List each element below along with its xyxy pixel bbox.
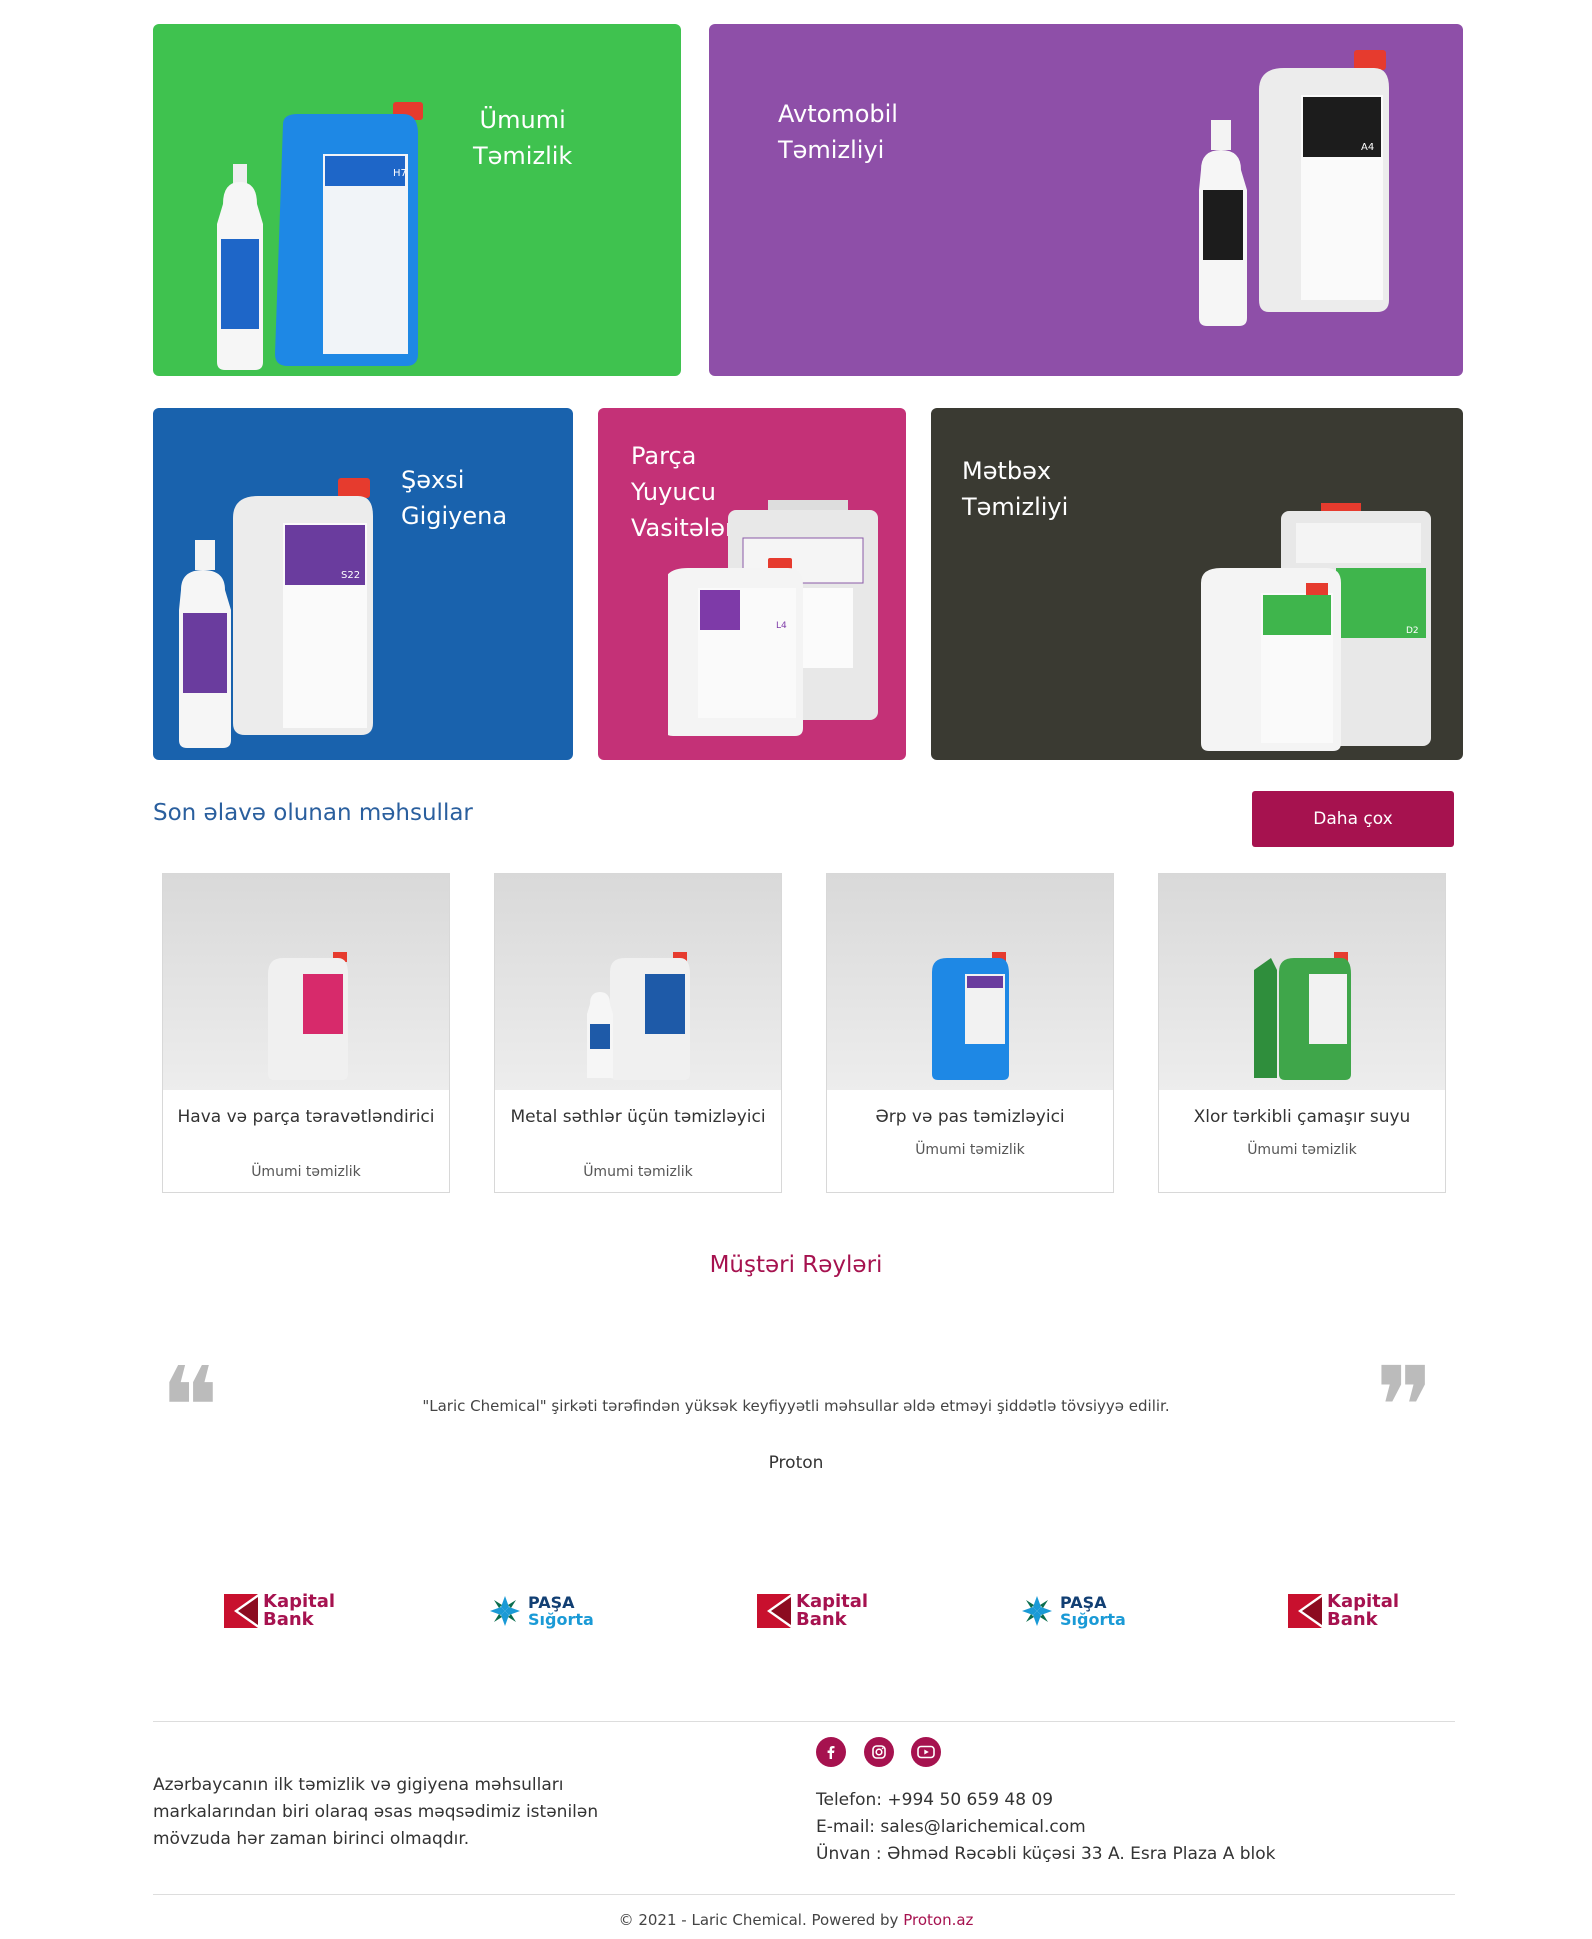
footer-about-text: Azərbaycanın ilk təmizlik və gigiyena mə… (153, 1775, 599, 1849)
category-tile-parca-yuyucu[interactable]: Parça Yuyucu Vasitələr L4 (598, 408, 906, 760)
product-category: Ümumi təmizlik (583, 1164, 693, 1180)
product-card[interactable]: Metal səthlər üçün təmizləyici Ümumi təm… (494, 873, 782, 1193)
youtube-link[interactable] (911, 1737, 941, 1767)
category-title: Mətbəx Təmizliyi (962, 457, 1069, 521)
partner-name: PAŞA (1060, 1593, 1107, 1612)
copyright: © 2021 - Laric Chemical. Powered by Prot… (0, 1911, 1592, 1929)
testimonial-text: "Laric Chemical" şirkəti tərəfindən yüks… (422, 1397, 1170, 1415)
product-card[interactable]: Ərp və pas təmizləyici Ümumi təmizlik (826, 873, 1114, 1193)
product-name[interactable]: Ərp və pas təmizləyici (837, 1106, 1103, 1128)
partner-name: Bank (263, 1609, 314, 1630)
footer-divider (153, 1894, 1455, 1895)
category-tile-avtomobil-temizliyi[interactable]: Avtomobil Təmizliyi A4 (709, 24, 1463, 376)
powered-by-link[interactable]: Proton.az (903, 1911, 973, 1929)
partner-logo-kapital-bank[interactable]: Kapital Bank (1288, 1590, 1399, 1632)
product-image (1159, 874, 1445, 1090)
product-name[interactable]: Metal səthlər üçün təmizləyici (505, 1106, 771, 1128)
category-title: Ümumi Təmizlik (473, 106, 573, 170)
product-name[interactable]: Hava və parça təravətləndirici (173, 1106, 439, 1128)
product-category: Ümumi təmizlik (251, 1164, 361, 1180)
product-bottle-image: L4 (668, 500, 878, 736)
partner-name: PAŞA (528, 1593, 575, 1612)
testimonials-title: Müştəri Rəyləri (709, 1252, 883, 1278)
facebook-link[interactable] (816, 1737, 846, 1767)
svg-text:A4: A4 (1361, 142, 1374, 153)
kapital-bank-logo-icon (1288, 1594, 1322, 1628)
svg-text:H7: H7 (393, 168, 407, 179)
recent-products-title: Son əlavə olunan məhsullar (153, 800, 473, 826)
youtube-icon (917, 1745, 935, 1759)
partner-name: Bank (1327, 1609, 1378, 1630)
category-tile-metbex-temizliyi[interactable]: Mətbəx Təmizliyi D2 (931, 408, 1463, 760)
kapital-bank-logo-icon (224, 1594, 258, 1628)
partner-logo-kapital-bank[interactable]: Kapital Bank (757, 1590, 868, 1632)
product-card[interactable]: Hava və parça təravətləndirici Ümumi təm… (162, 873, 450, 1193)
product-image (827, 874, 1113, 1090)
category-tile-umumi-temizlik[interactable]: Ümumi Təmizlik H7 (153, 24, 681, 376)
partner-logo-pasha-sigorta[interactable]: PAŞA Sığorta (1020, 1590, 1126, 1632)
product-category: Ümumi təmizlik (915, 1142, 1025, 1158)
product-bottle-image: S22 (179, 478, 373, 748)
product-image (163, 874, 449, 1090)
product-category: Ümumi təmizlik (1247, 1142, 1357, 1158)
copyright-text: © 2021 - Laric Chemical. Powered by (618, 1911, 899, 1929)
product-image (495, 874, 781, 1090)
partner-name: Bank (796, 1609, 847, 1630)
svg-text:D2: D2 (1406, 626, 1419, 636)
product-bottle-image: D2 (1201, 503, 1431, 751)
category-title: Avtomobil Təmizliyi (778, 100, 898, 164)
partner-logo-pasha-sigorta[interactable]: PAŞA Sığorta (488, 1590, 594, 1632)
partner-name: Sığorta (1060, 1610, 1126, 1629)
pasha-sigorta-logo-icon (1022, 1596, 1052, 1626)
partner-name: Sığorta (528, 1610, 594, 1629)
product-bottle-image: A4 (1199, 50, 1389, 326)
testimonial-author: Proton (768, 1453, 824, 1473)
partner-logo-kapital-bank[interactable]: Kapital Bank (224, 1590, 335, 1632)
footer-email[interactable]: E-mail: sales@larichemical.com (816, 1817, 1086, 1837)
pasha-sigorta-logo-icon (490, 1596, 520, 1626)
svg-text:S22: S22 (341, 570, 360, 581)
more-products-button[interactable]: Daha çox (1252, 791, 1454, 847)
footer-divider (153, 1721, 1455, 1722)
product-name[interactable]: Xlor tərkibli çamaşır suyu (1169, 1106, 1435, 1128)
svg-text:L4: L4 (776, 621, 787, 631)
footer-address: Ünvan : Əhməd Rəcəbli küçəsi 33 A. Esra … (816, 1844, 1276, 1864)
product-bottle-image: H7 (217, 102, 423, 370)
category-title: Şəxsi Gigiyena (401, 466, 508, 530)
instagram-link[interactable] (864, 1737, 894, 1767)
kapital-bank-logo-icon (757, 1594, 791, 1628)
product-card[interactable]: Xlor tərkibli çamaşır suyu Ümumi təmizli… (1158, 873, 1446, 1193)
category-tile-sexsi-gigiyena[interactable]: Şəxsi Gigiyena S22 (153, 408, 573, 760)
instagram-icon (872, 1745, 886, 1759)
facebook-icon (827, 1746, 835, 1759)
footer-phone[interactable]: Telefon: +994 50 659 48 09 (816, 1790, 1053, 1810)
